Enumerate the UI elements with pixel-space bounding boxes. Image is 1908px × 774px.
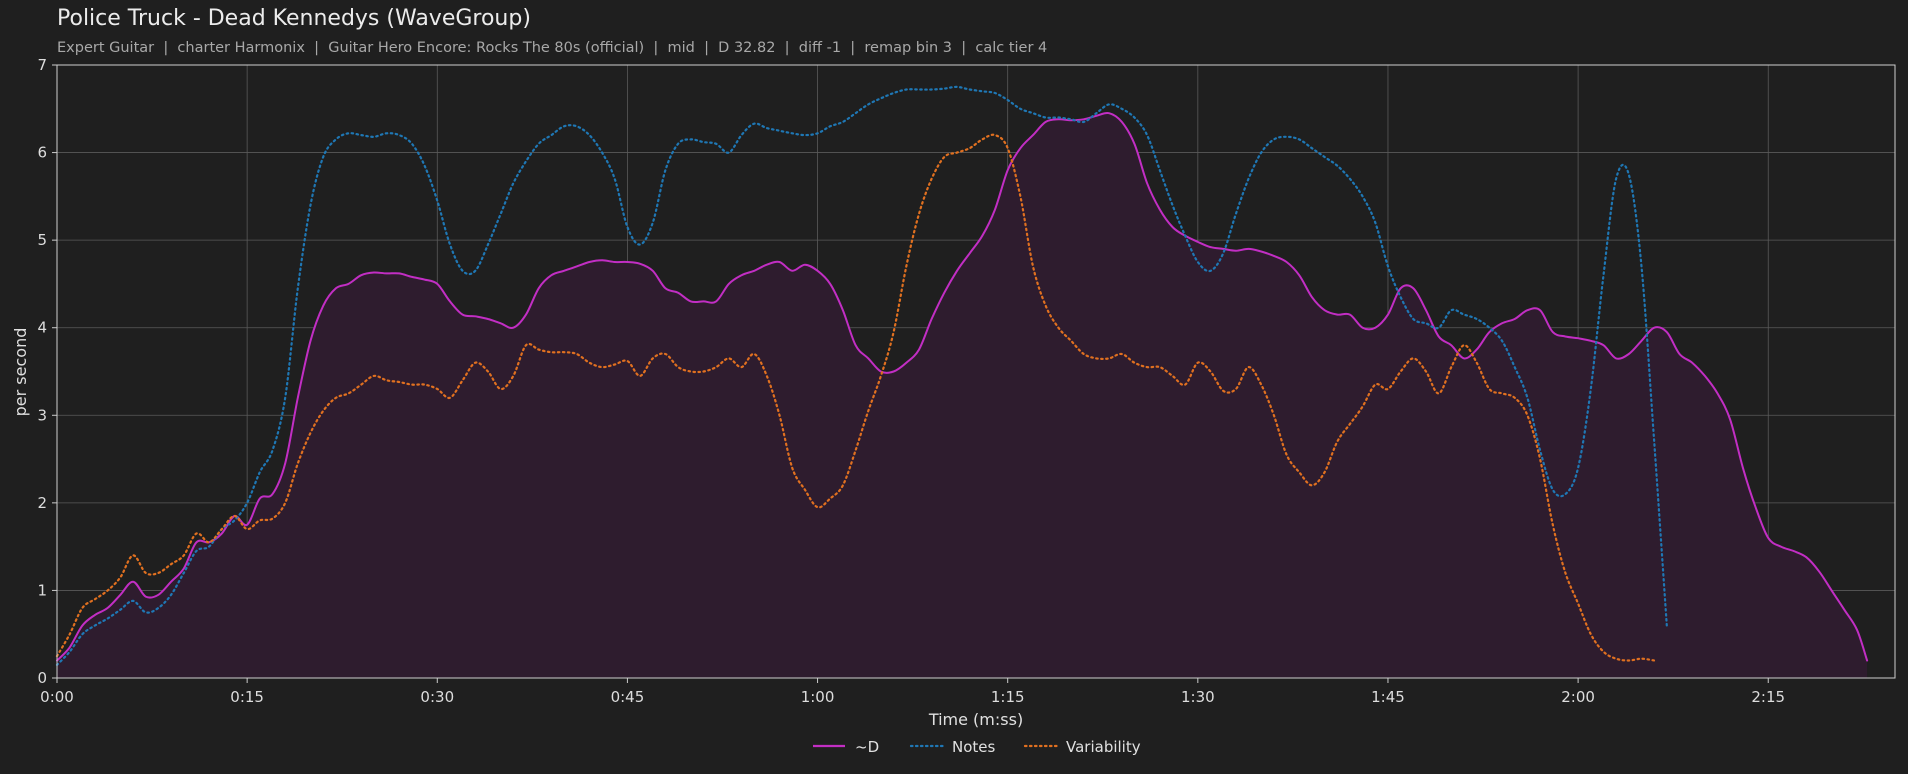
x-tick-label: 1:30 (1181, 688, 1215, 706)
y-tick-label: 5 (37, 231, 47, 249)
y-axis-label: per second (11, 328, 30, 417)
y-tick-label: 0 (37, 669, 47, 687)
y-tick-label: 4 (37, 319, 47, 337)
x-tick-label: 2:15 (1751, 688, 1785, 706)
x-tick-label: 0:00 (40, 688, 74, 706)
legend-label: ~D (855, 738, 879, 756)
y-tick-label: 3 (37, 406, 47, 424)
legend-label: Variability (1066, 738, 1141, 756)
x-tick-label: 1:45 (1371, 688, 1405, 706)
y-tick-label: 1 (37, 581, 47, 599)
x-tick-label: 2:00 (1561, 688, 1595, 706)
x-axis-label: Time (m:ss) (928, 710, 1023, 729)
y-tick-label: 7 (37, 56, 47, 74)
y-tick-label: 6 (37, 144, 47, 162)
x-tick-label: 1:00 (801, 688, 835, 706)
chart-canvas: 0:00 0:15 0:30 0:45 1:00 1:15 1:30 1:45 2:00 2:15… (11, 56, 1896, 756)
y-tick-label: 2 (37, 494, 47, 512)
x-tick-label: 1:15 (991, 688, 1025, 706)
legend: ~D Notes Variability (813, 738, 1141, 756)
x-tick-label: 0:15 (230, 688, 264, 706)
x-tick-label: 0:45 (611, 688, 645, 706)
legend-label: Notes (952, 738, 996, 756)
x-tick-label: 0:30 (420, 688, 454, 706)
plot-area (57, 112, 1868, 678)
d-area-fill (57, 112, 1868, 678)
